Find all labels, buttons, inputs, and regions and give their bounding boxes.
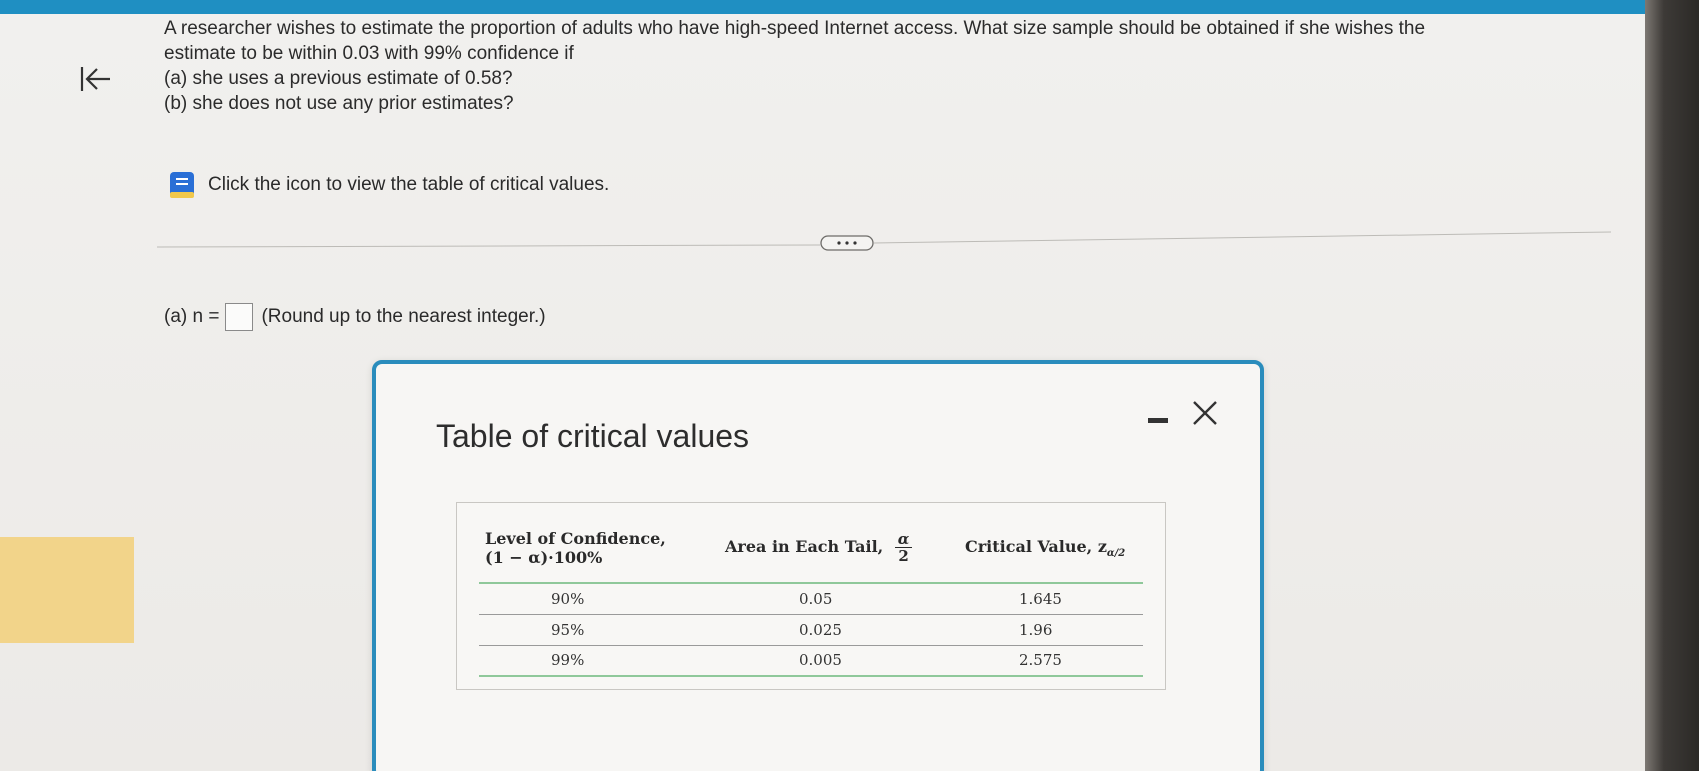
view-table-label: Click the icon to view the table of crit… bbox=[208, 174, 610, 195]
critical-values-table: Level of Confidence, (1 − α)·100% Area i… bbox=[479, 513, 1143, 677]
collapse-panel-button[interactable] bbox=[76, 62, 114, 96]
cell-critical-value: 1.645 bbox=[1019, 589, 1062, 608]
table-row: 90% 0.05 1.645 bbox=[479, 583, 1143, 614]
section-divider bbox=[157, 231, 1611, 248]
question-part-b: (b) she does not use any prior estimates… bbox=[164, 93, 514, 114]
answer-prefix: (a) n = bbox=[164, 306, 220, 327]
close-button[interactable] bbox=[1188, 396, 1222, 430]
cell-confidence: 90% bbox=[551, 589, 585, 608]
more-options-button[interactable] bbox=[820, 235, 874, 251]
cell-critical-value: 2.575 bbox=[1019, 651, 1062, 670]
critical-values-dialog: Table of critical values Level of Confid… bbox=[372, 360, 1264, 771]
cell-confidence: 95% bbox=[551, 620, 585, 639]
question-text: A researcher wishes to estimate the prop… bbox=[164, 16, 1584, 116]
header-tail-area: Area in Each Tail, α 2 bbox=[719, 513, 959, 583]
header-confidence-line1: Level of Confidence, bbox=[485, 528, 666, 548]
answer-row-a: (a) n = (Round up to the nearest integer… bbox=[164, 302, 546, 332]
cell-tail-area: 0.05 bbox=[799, 589, 833, 608]
cell-confidence: 99% bbox=[551, 651, 585, 670]
table-row: 99% 0.005 2.575 bbox=[479, 645, 1143, 676]
answer-hint: (Round up to the nearest integer.) bbox=[261, 306, 546, 327]
question-part-a: (a) she uses a previous estimate of 0.58… bbox=[164, 68, 513, 89]
header-critical-label: Critical Value, z bbox=[965, 536, 1107, 556]
header-critical-value: Critical Value, zα/2 bbox=[959, 513, 1143, 583]
fraction-numerator: α bbox=[894, 531, 913, 548]
cell-critical-value: 1.96 bbox=[1019, 620, 1053, 639]
header-confidence-line2: (1 − α)·100% bbox=[485, 547, 603, 567]
top-bar bbox=[0, 0, 1699, 14]
side-highlight-strip bbox=[0, 537, 134, 643]
header-critical-subscript: α/2 bbox=[1106, 547, 1126, 559]
header-tail-label: Area in Each Tail, bbox=[725, 537, 884, 556]
arrow-left-to-bar-icon bbox=[80, 67, 110, 91]
cell-tail-area: 0.025 bbox=[799, 620, 842, 639]
dialog-title: Table of critical values bbox=[436, 418, 750, 454]
header-confidence: Level of Confidence, (1 − α)·100% bbox=[479, 513, 719, 583]
fraction-denominator: 2 bbox=[898, 547, 909, 565]
cell-tail-area: 0.005 bbox=[799, 651, 842, 670]
book-icon[interactable] bbox=[168, 170, 196, 200]
screen-edge bbox=[1645, 0, 1699, 771]
answer-input-n[interactable] bbox=[225, 303, 254, 331]
critical-values-card: Level of Confidence, (1 − α)·100% Area i… bbox=[456, 502, 1166, 690]
table-header-row: Level of Confidence, (1 − α)·100% Area i… bbox=[479, 513, 1143, 583]
table-row: 95% 0.025 1.96 bbox=[479, 614, 1143, 645]
view-table-link[interactable]: Click the icon to view the table of crit… bbox=[168, 170, 609, 200]
alpha-over-two: α 2 bbox=[894, 531, 913, 565]
question-line-2: estimate to be within 0.03 with 99% conf… bbox=[164, 43, 574, 64]
question-line-1: A researcher wishes to estimate the prop… bbox=[164, 18, 1426, 39]
minimize-button[interactable] bbox=[1144, 408, 1172, 432]
